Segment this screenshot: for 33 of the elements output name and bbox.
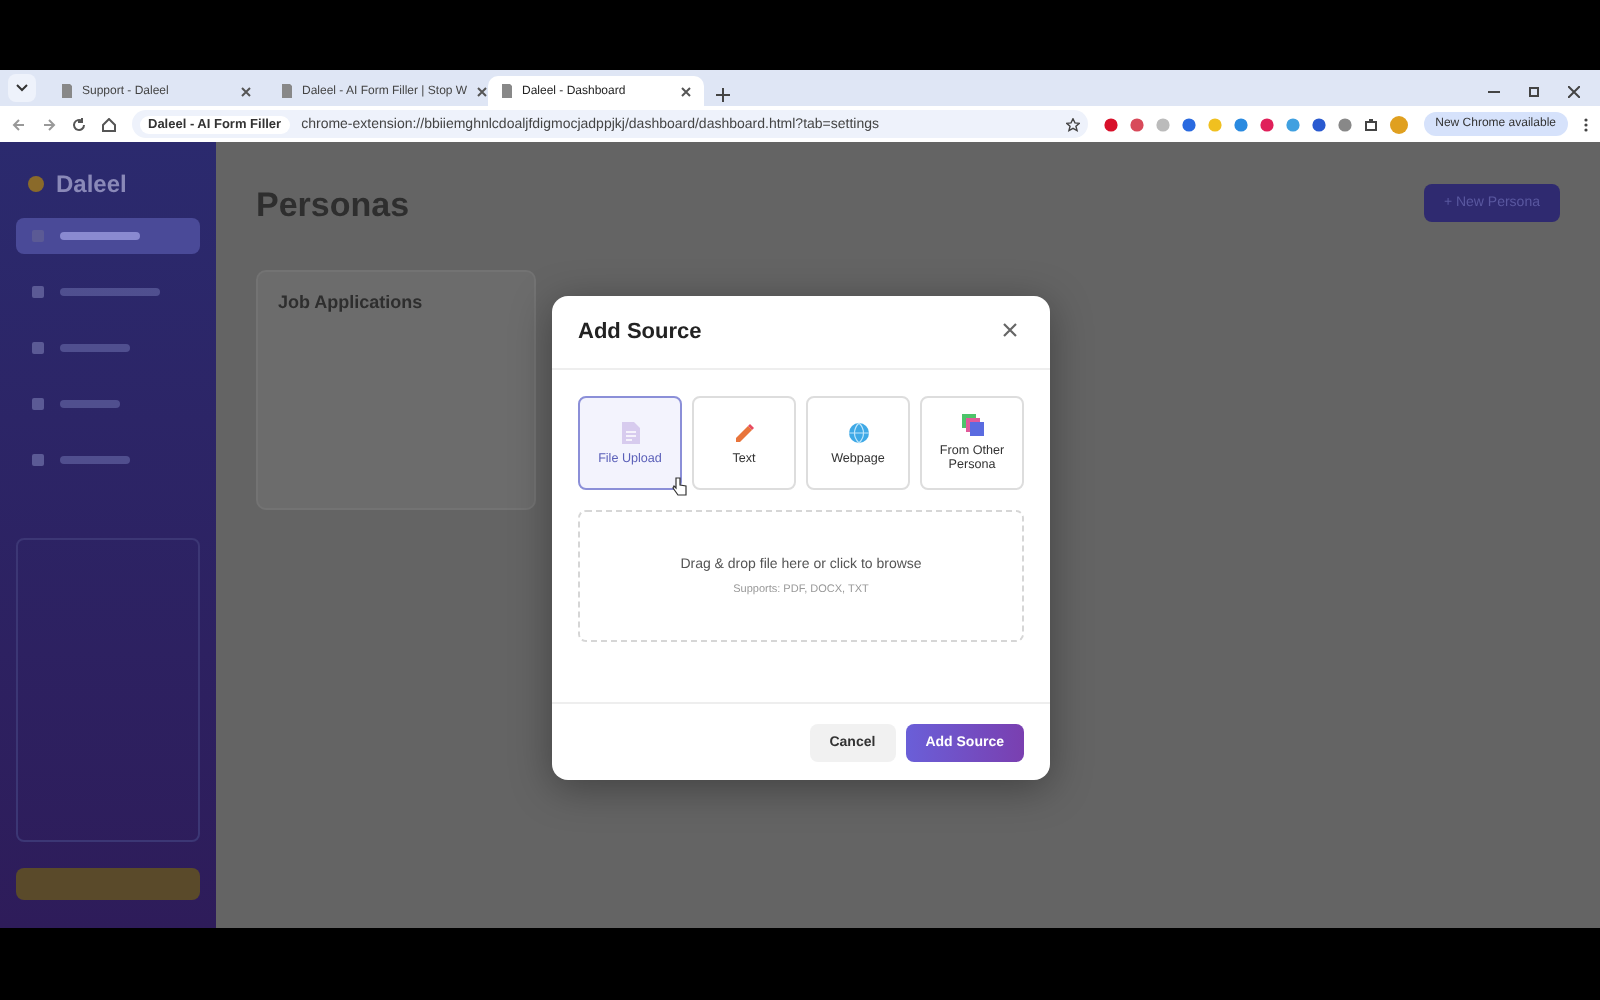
tab-list-button[interactable] bbox=[8, 74, 36, 102]
restore-icon[interactable] bbox=[1528, 86, 1540, 98]
globe-icon bbox=[847, 421, 869, 443]
new-tab-icon[interactable] bbox=[716, 88, 730, 102]
reload-icon[interactable] bbox=[72, 117, 86, 131]
card-title: Job Applications bbox=[278, 292, 425, 312]
stacked-cards-icon bbox=[961, 414, 983, 436]
back-icon[interactable] bbox=[12, 117, 26, 131]
hand-cursor-icon bbox=[672, 476, 688, 496]
nav-icon bbox=[32, 398, 44, 410]
close-icon[interactable] bbox=[680, 85, 692, 97]
page-icon bbox=[60, 84, 74, 98]
close-button[interactable] bbox=[1002, 322, 1022, 342]
close-icon[interactable] bbox=[240, 85, 252, 97]
logo-icon bbox=[28, 176, 44, 192]
home-icon[interactable] bbox=[102, 117, 116, 131]
star-icon[interactable] bbox=[1065, 117, 1080, 131]
page-icon bbox=[280, 84, 294, 98]
sidebar-item[interactable] bbox=[16, 218, 200, 254]
document-icon bbox=[621, 421, 639, 443]
page-icon bbox=[500, 84, 514, 98]
minimize-icon[interactable] bbox=[1488, 86, 1500, 98]
puzzle-icon[interactable] bbox=[1363, 117, 1378, 131]
app-name: Daleel bbox=[56, 170, 127, 198]
nav-icon bbox=[32, 342, 44, 354]
pencil-icon bbox=[733, 421, 755, 443]
chevron-down-icon bbox=[16, 84, 28, 92]
close-icon[interactable] bbox=[1568, 86, 1580, 98]
nav-icon bbox=[32, 286, 44, 298]
nav-icon bbox=[32, 454, 44, 466]
dialog-title: Add Source bbox=[578, 320, 702, 344]
forward-icon[interactable] bbox=[42, 117, 56, 131]
close-icon[interactable] bbox=[475, 85, 488, 97]
